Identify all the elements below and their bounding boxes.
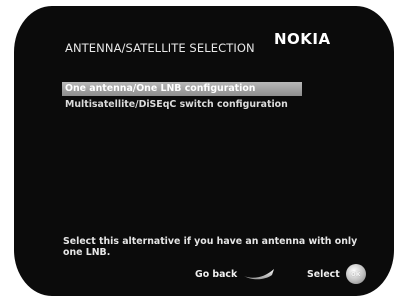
go-back-button[interactable]: Go back <box>195 263 275 285</box>
configuration-menu: One antenna/One LNB configuration Multis… <box>62 82 312 114</box>
go-back-label: Go back <box>195 268 238 280</box>
tv-frame: ANTENNA/SATELLITE SELECTION NOKIA One an… <box>0 0 408 300</box>
select-button[interactable]: Select ok <box>307 263 366 285</box>
menu-item-one-antenna[interactable]: One antenna/One LNB configuration <box>62 82 302 96</box>
page-title: ANTENNA/SATELLITE SELECTION <box>65 41 255 55</box>
ok-text: ok <box>351 270 361 278</box>
back-arrow-icon <box>243 267 275 281</box>
menu-item-multisatellite[interactable]: Multisatellite/DiSEqC switch configurati… <box>62 98 312 112</box>
footer-bar: Go back Select ok <box>14 263 394 285</box>
help-text: Select this alternative if you have an a… <box>63 236 358 258</box>
select-label: Select <box>307 268 340 280</box>
ok-button-icon: ok <box>345 264 366 284</box>
nokia-logo: NOKIA <box>274 30 331 48</box>
osd-screen: ANTENNA/SATELLITE SELECTION NOKIA One an… <box>14 6 394 296</box>
